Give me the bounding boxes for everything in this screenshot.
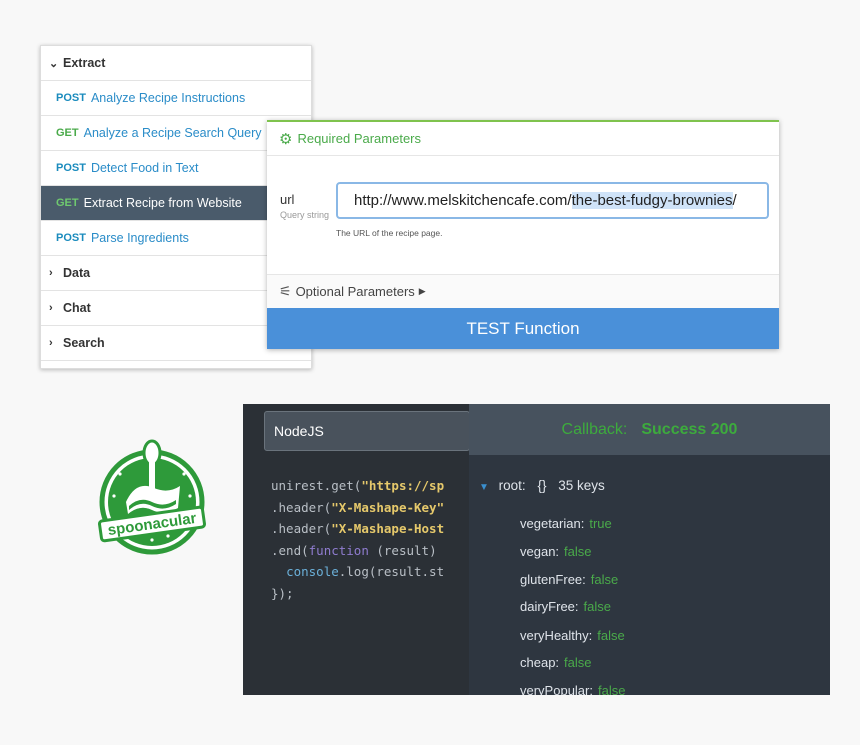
gear-icon: ⚙ xyxy=(279,130,293,148)
param-type: Query string xyxy=(280,210,330,220)
test-function-button[interactable]: TEST Function xyxy=(267,308,779,349)
method-badge: POST xyxy=(56,92,86,104)
url-selected-text: the-best-fudgy-brownies xyxy=(571,192,733,209)
field-value: false xyxy=(564,544,592,559)
field-key: dairyFree: xyxy=(520,599,579,614)
root-brace: {} xyxy=(537,478,547,493)
param-name: url xyxy=(280,192,295,207)
root-node[interactable]: ▼ root: {} 35 keys xyxy=(479,478,605,493)
json-field: vegetarian: true xyxy=(520,516,612,531)
method-badge: POST xyxy=(56,162,86,174)
endpoint-label: Parse Ingredients xyxy=(90,231,189,245)
code-token: }); xyxy=(271,585,294,601)
callback-status: Success 200 xyxy=(641,420,738,438)
language-select[interactable]: NodeJS xyxy=(264,411,470,451)
field-key: glutenFree: xyxy=(520,572,586,587)
field-value: false xyxy=(590,572,619,587)
code-snippet: unirest.get("https://sp .header("X-Masha… xyxy=(271,475,444,604)
code-token: .log(result.st xyxy=(338,564,445,579)
code-token: .header( xyxy=(271,499,332,515)
code-token: .end( xyxy=(271,542,309,558)
code-token: "X-Mashape-Key" xyxy=(331,499,445,515)
code-token: .header( xyxy=(271,521,332,536)
endpoint-label: Extract Recipe from Website xyxy=(83,196,242,210)
field-key: cheap: xyxy=(520,655,560,670)
method-badge: GET xyxy=(56,197,79,209)
endpoint-label: Analyze Recipe Instructions xyxy=(90,91,246,105)
method-badge: POST xyxy=(56,232,86,244)
param-url-row: url Query string http://www.melskitchenc… xyxy=(267,156,779,275)
method-badge: GET xyxy=(56,127,79,139)
param-description: The URL of the recipe page. xyxy=(336,228,443,238)
field-value: false xyxy=(564,655,592,670)
code-token: console xyxy=(286,564,339,579)
optional-parameters-title: Optional Parameters xyxy=(295,284,415,299)
code-token: "X-Mashape-Host xyxy=(331,521,445,536)
chevron-right-icon: › xyxy=(49,267,53,279)
endpoint-analyze-recipe-instructions[interactable]: POST Analyze Recipe Instructions xyxy=(41,81,311,116)
code-token: (result) xyxy=(368,542,437,558)
json-field: vegan: false xyxy=(520,544,592,559)
group-label: Search xyxy=(63,336,105,350)
group-label: Data xyxy=(63,266,91,280)
optional-parameters-toggle[interactable]: ⚟ Optional Parameters ▶ xyxy=(267,275,779,308)
callback-header: Callback: Success 200 xyxy=(469,404,830,455)
chevron-down-icon: ⌄ xyxy=(49,57,59,70)
root-label: root: xyxy=(498,478,526,493)
code-token: "https://sp xyxy=(361,478,445,493)
field-key: vegan: xyxy=(520,544,560,559)
required-parameters-header: ⚙ Required Parameters xyxy=(267,122,779,156)
group-extract[interactable]: ⌄ Extract xyxy=(41,46,311,81)
field-key: veryHealthy: xyxy=(520,628,593,643)
required-parameters-title: Required Parameters xyxy=(297,131,422,146)
json-field: veryHealthy: false xyxy=(520,628,625,643)
field-value: false xyxy=(583,599,611,614)
json-field: dairyFree: false xyxy=(520,599,611,614)
chevron-right-icon: › xyxy=(49,337,53,349)
endpoint-label: Analyze a Recipe Search Query xyxy=(83,126,262,140)
chevron-right-icon: › xyxy=(49,302,53,314)
url-suffix: / xyxy=(732,192,737,209)
json-field: cheap: false xyxy=(520,655,592,670)
endpoint-label: Detect Food in Text xyxy=(90,161,199,175)
code-token: function xyxy=(308,542,369,558)
spoonacular-logo: spoonacular xyxy=(96,436,208,558)
field-value: true xyxy=(589,516,612,531)
sliders-icon: ⚟ xyxy=(279,283,292,299)
parameters-panel: ⚙ Required Parameters url Query string h… xyxy=(267,120,779,349)
url-prefix: http://www.melskitchencafe.com/ xyxy=(354,192,572,209)
field-key: vegetarian: xyxy=(520,516,585,531)
group-label: Chat xyxy=(63,301,91,315)
group-label: Extract xyxy=(63,56,106,70)
callback-panel: Callback: Success 200 ▼ root: {} 35 keys… xyxy=(469,404,830,695)
triangle-down-icon: ▼ xyxy=(479,482,489,493)
root-key-count: 35 keys xyxy=(558,478,605,493)
field-value: false xyxy=(597,683,626,695)
field-key: veryPopular: xyxy=(520,683,593,695)
json-field: glutenFree: false xyxy=(520,572,618,587)
callback-label: Callback: xyxy=(561,420,628,438)
field-value: false xyxy=(597,628,625,643)
json-field: veryPopular: false xyxy=(520,683,625,695)
url-input[interactable]: http://www.melskitchencafe.com/the-best-… xyxy=(336,182,769,219)
code-token: unirest.get( xyxy=(271,478,362,493)
triangle-right-icon: ▶ xyxy=(418,286,426,296)
